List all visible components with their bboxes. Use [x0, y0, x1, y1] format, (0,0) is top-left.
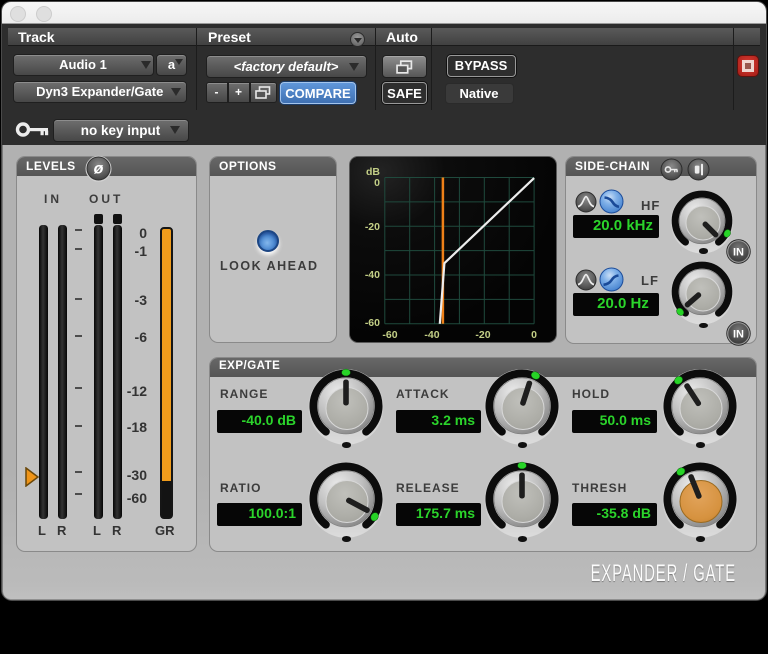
svg-text:-60: -60 [382, 329, 397, 341]
svg-text:-20: -20 [365, 221, 380, 233]
svg-text:ø: ø [94, 161, 104, 178]
svg-text:IN: IN [733, 329, 744, 341]
svg-text:0: 0 [374, 177, 380, 189]
svg-text:-20: -20 [475, 329, 490, 341]
svg-text:-60: -60 [365, 317, 380, 329]
svg-text:-40: -40 [365, 269, 380, 281]
svg-text:0: 0 [531, 329, 537, 341]
svg-text:IN: IN [733, 247, 744, 259]
svg-text:-40: -40 [424, 329, 439, 341]
